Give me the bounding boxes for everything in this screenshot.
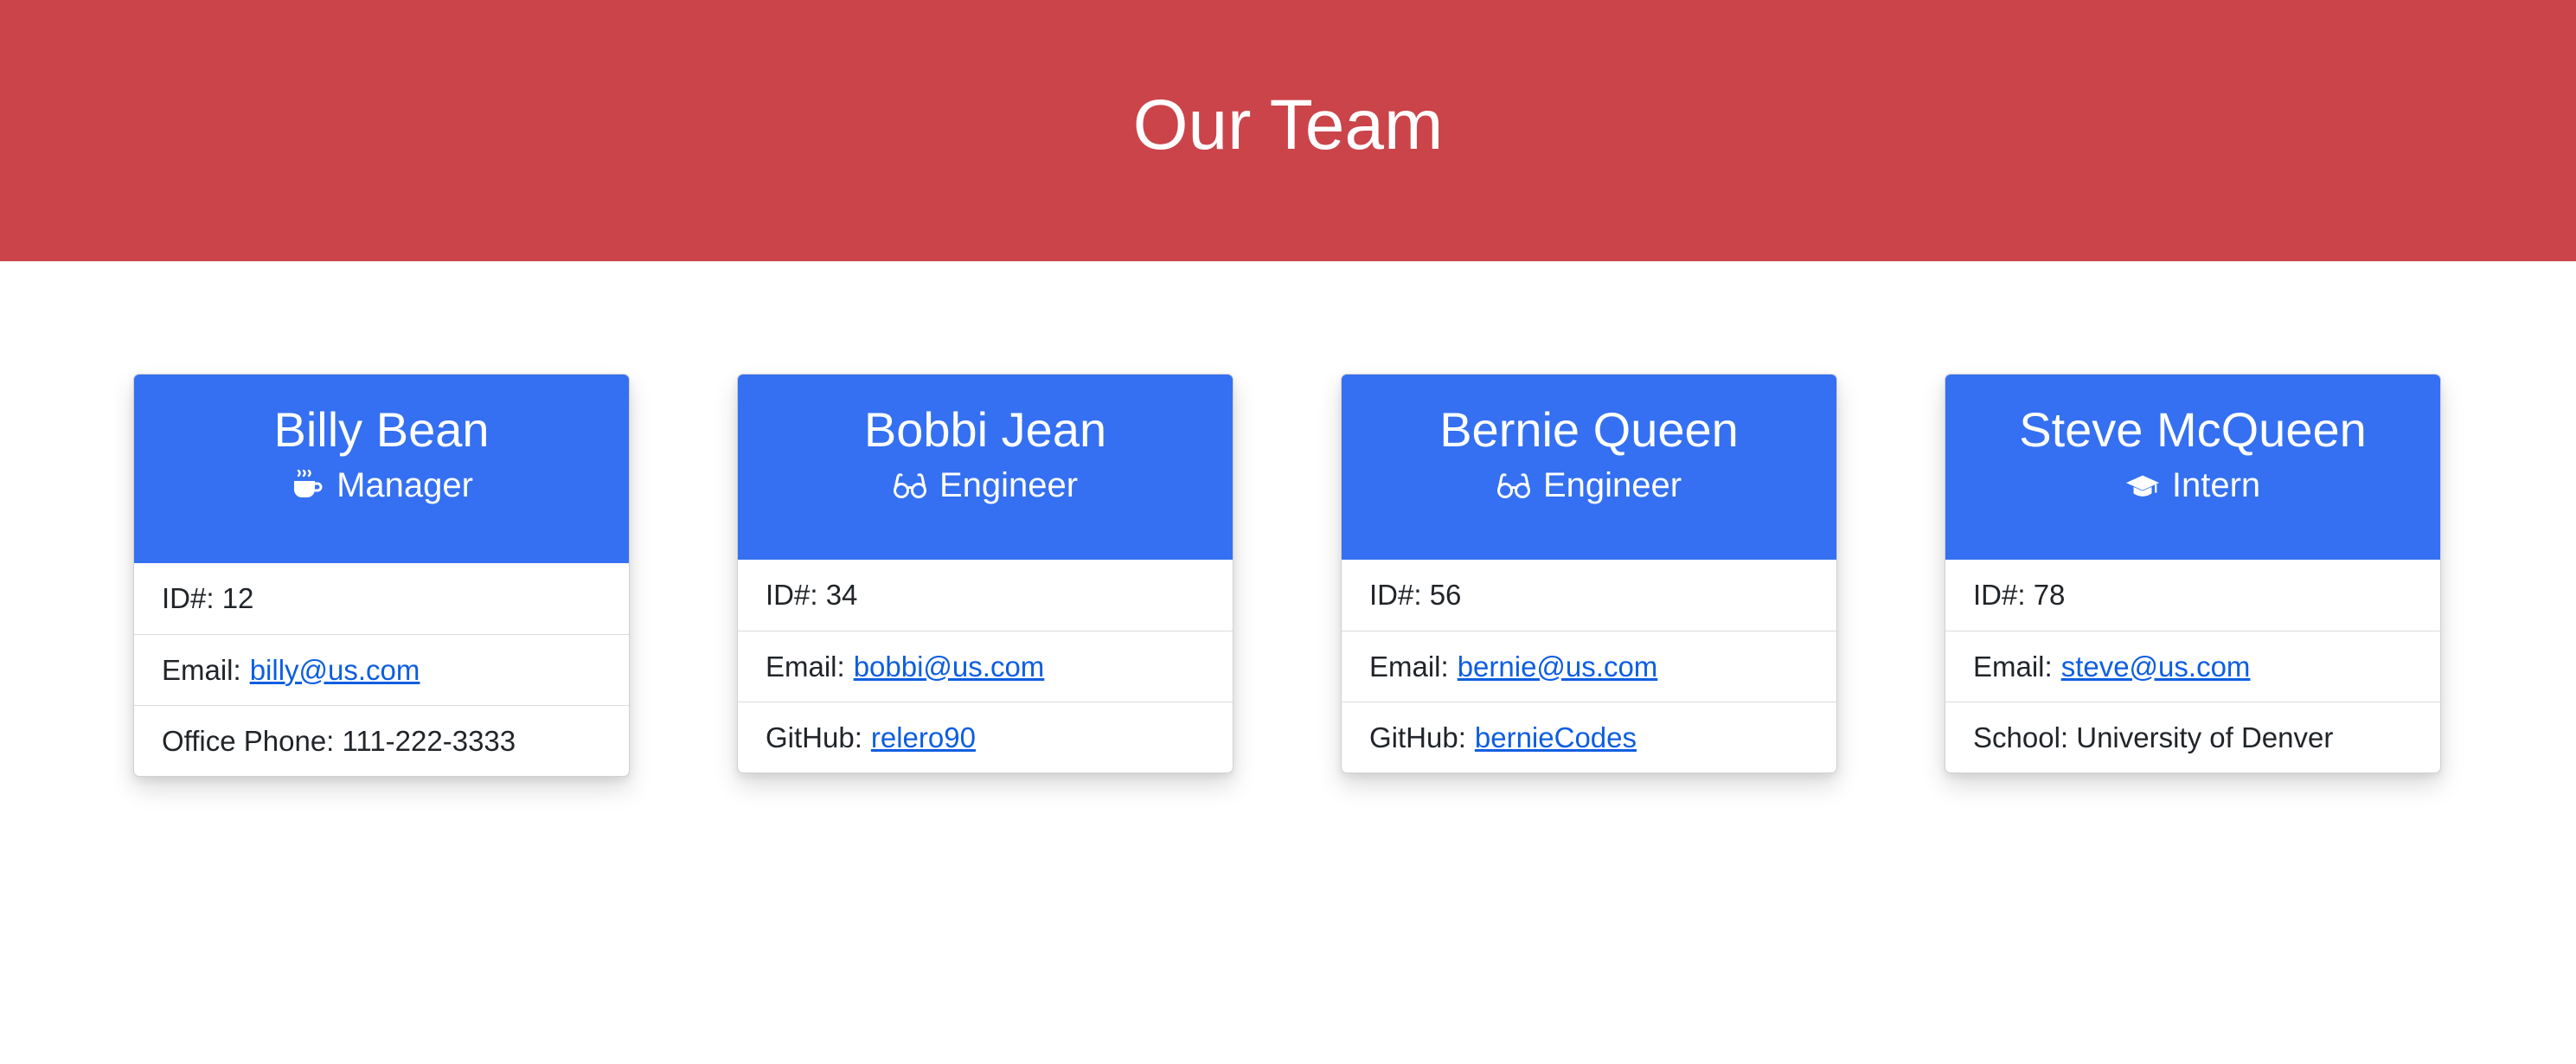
employee-role: Intern (1945, 465, 2440, 506)
employee-role-label: Intern (2171, 466, 2261, 504)
employee-details: ID#: 78 Email: steve@us.com School: Unive… (1945, 560, 2440, 772)
employee-details: ID#: 12 Email: billy@us.com Office Phone:… (134, 563, 629, 776)
github: GitHub: bernieCodes (1342, 702, 1836, 772)
employee-name: Bernie Queen (1439, 402, 1739, 457)
email-link[interactable]: billy@us.com (250, 654, 420, 687)
card-header: Bernie Queen Engineer (1342, 375, 1836, 560)
employee-role-label: Engineer (1542, 466, 1682, 504)
coffee-icon (290, 468, 324, 503)
employee-role: Engineer (1342, 465, 1836, 506)
employee-role-label: Engineer (939, 466, 1079, 504)
employee-role: Engineer (738, 465, 1233, 506)
employee-id: ID#: 12 (162, 582, 254, 614)
employee-name: Billy Bean (273, 402, 490, 457)
employee-card-engineer: Bernie Queen Engineer ID#: 56 Email: bern… (1341, 374, 1837, 773)
employee-card-engineer: Bobbi Jean Engineer ID#: 34 Email: bobbi@… (737, 374, 1234, 773)
employee-email: Email: billy@us.com (134, 634, 629, 705)
employee-email: Email: bernie@us.com (1342, 631, 1836, 702)
email-link[interactable]: bobbi@us.com (854, 651, 1045, 683)
employee-card-manager: Billy Bean Manager ID#: 12 Email: billy@u… (133, 374, 630, 777)
github-link[interactable]: relero90 (871, 721, 976, 754)
employee-id: ID#: 34 (766, 579, 858, 611)
employee-role: Manager (134, 465, 629, 506)
employee-role-label: Manager (336, 466, 473, 504)
employee-id: ID#: 78 (1973, 579, 2066, 611)
email-link[interactable]: bernie@us.com (1458, 651, 1658, 683)
card-header: Steve McQueen Intern (1945, 375, 2440, 560)
email-link[interactable]: steve@us.com (2061, 651, 2251, 683)
glasses-icon (1496, 468, 1531, 503)
page-title: Our Team (1132, 86, 1444, 164)
office-phone: Office Phone: 111-222-3333 (134, 705, 629, 776)
employee-name: Bobbi Jean (863, 402, 1107, 457)
employee-id: ID#: 56 (1369, 579, 1462, 611)
glasses-icon (893, 468, 927, 503)
employee-card-intern: Steve McQueen Intern ID#: 78 Email: steve… (1945, 374, 2441, 773)
graduation-cap-icon (2125, 468, 2160, 503)
employee-details: ID#: 56 Email: bernie@us.com GitHub: berni… (1342, 560, 1836, 772)
employee-name: Steve McQueen (2019, 402, 2367, 457)
card-header: Billy Bean Manager (134, 375, 629, 563)
school: School: University of Denver (1945, 702, 2440, 772)
employee-details: ID#: 34 Email: bobbi@us.com GitHub: relero… (738, 560, 1233, 772)
employee-email: Email: steve@us.com (1945, 631, 2440, 702)
github-link[interactable]: bernieCodes (1475, 721, 1637, 754)
github: GitHub: relero90 (738, 702, 1233, 772)
page-header: Our Team (0, 0, 2576, 261)
card-header: Bobbi Jean Engineer (738, 375, 1233, 560)
employee-email: Email: bobbi@us.com (738, 631, 1233, 702)
